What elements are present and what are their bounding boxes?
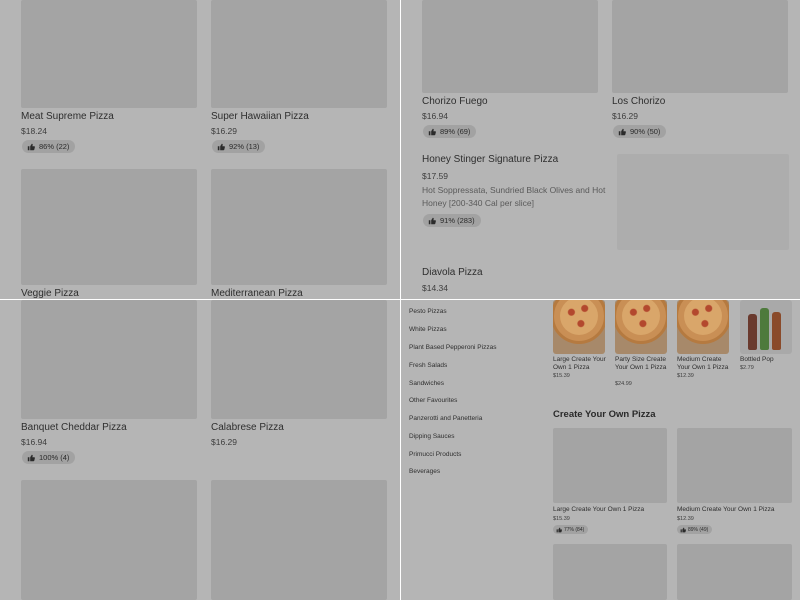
featured-tile-image[interactable] bbox=[740, 300, 792, 354]
pizza-image bbox=[615, 300, 667, 344]
rating-badge: 77% (84) bbox=[553, 525, 589, 534]
item-name[interactable]: Calabrese Pizza bbox=[211, 422, 284, 433]
rating-text: 86% (22) bbox=[39, 142, 70, 151]
featured-tile-image[interactable] bbox=[677, 300, 729, 354]
item-name[interactable]: Mediterranean Pizza bbox=[211, 288, 303, 299]
pane-bottom-right: Pesto Pizzas White Pizzas Plant Based Pe… bbox=[401, 300, 800, 600]
item-image[interactable] bbox=[211, 480, 387, 600]
thumbs-up-icon bbox=[680, 527, 686, 532]
bottle-image bbox=[772, 312, 781, 350]
thumbs-up-icon bbox=[27, 143, 35, 150]
item-image[interactable] bbox=[21, 169, 197, 285]
pane-bottom-left: Banquet Cheddar Pizza $16.94 100% (4) Ca… bbox=[0, 300, 400, 600]
rating-badge: 89% (69) bbox=[423, 125, 477, 138]
item-price: $14.34 bbox=[422, 283, 448, 293]
item-image[interactable] bbox=[553, 544, 667, 600]
thumbs-up-icon bbox=[556, 527, 562, 532]
menu-link-sandwiches[interactable]: Sandwiches bbox=[409, 380, 444, 387]
item-image[interactable] bbox=[211, 300, 387, 419]
item-image[interactable] bbox=[422, 0, 598, 93]
item-name[interactable]: Meat Supreme Pizza bbox=[21, 111, 114, 122]
item-price: $12.39 bbox=[677, 516, 694, 522]
tile-price: $12.39 bbox=[677, 373, 694, 379]
item-image[interactable] bbox=[612, 0, 788, 93]
item-price: $16.29 bbox=[612, 111, 638, 121]
tile-price: $15.39 bbox=[553, 373, 570, 379]
tile-name[interactable]: Medium Create Your Own 1 Pizza bbox=[677, 356, 735, 372]
item-image[interactable] bbox=[211, 169, 387, 285]
item-price: $18.24 bbox=[21, 126, 47, 136]
item-price: $16.94 bbox=[422, 111, 448, 121]
thumbs-up-icon bbox=[27, 454, 35, 461]
item-name[interactable]: Veggie Pizza bbox=[21, 288, 79, 299]
tile-name[interactable]: Bottled Pop bbox=[740, 356, 798, 364]
item-image[interactable] bbox=[677, 544, 792, 600]
item-price: $16.29 bbox=[211, 126, 237, 136]
item-name[interactable]: Super Hawaiian Pizza bbox=[211, 111, 309, 122]
rating-badge: 86% (22) bbox=[22, 140, 76, 153]
item-name[interactable]: Medium Create Your Own 1 Pizza bbox=[677, 506, 797, 514]
featured-item-name[interactable]: Honey Stinger Signature Pizza bbox=[422, 154, 558, 165]
featured-tile-image[interactable] bbox=[553, 300, 605, 354]
item-image[interactable] bbox=[553, 428, 667, 503]
featured-item-description: Hot Soppressata, Sundried Black Olives a… bbox=[422, 185, 606, 208]
rating-badge: 92% (13) bbox=[212, 140, 266, 153]
pizza-image bbox=[677, 300, 729, 344]
pizza-image bbox=[553, 300, 605, 344]
item-price: $16.29 bbox=[211, 437, 237, 447]
rating-text: 100% (4) bbox=[39, 453, 70, 462]
tile-name[interactable]: Party Size Create Your Own 1 Pizza bbox=[615, 356, 673, 372]
thumbs-up-icon bbox=[618, 128, 626, 135]
menu-link-white-pizzas[interactable]: White Pizzas bbox=[409, 326, 447, 333]
menu-link-other-favourites[interactable]: Other Favourites bbox=[409, 397, 457, 404]
rating-badge: 89% (49) bbox=[677, 525, 713, 534]
thumbs-up-icon bbox=[217, 143, 225, 150]
item-price: $16.94 bbox=[21, 437, 47, 447]
menu-link-panzerotti[interactable]: Panzerotti and Panetteria bbox=[409, 415, 482, 422]
rating-text: 77% (84) bbox=[564, 526, 585, 533]
rating-text: 89% (69) bbox=[440, 127, 471, 136]
menu-link-dipping-sauces[interactable]: Dipping Sauces bbox=[409, 433, 455, 440]
item-image[interactable] bbox=[211, 0, 387, 108]
rating-badge: 100% (4) bbox=[22, 451, 76, 464]
tile-price: $2.79 bbox=[740, 365, 754, 371]
rating-text: 91% (283) bbox=[440, 216, 475, 225]
item-price: $15.39 bbox=[553, 516, 570, 522]
rating-badge: 90% (50) bbox=[613, 125, 667, 138]
featured-item-price: $17.59 bbox=[422, 171, 448, 181]
item-name[interactable]: Diavola Pizza bbox=[422, 267, 483, 278]
item-image[interactable] bbox=[21, 480, 197, 600]
section-title: Create Your Own Pizza bbox=[553, 409, 656, 420]
item-image[interactable] bbox=[21, 0, 197, 108]
featured-tile-image[interactable] bbox=[615, 300, 667, 354]
tile-price: $24.99 bbox=[615, 381, 632, 387]
tile-name[interactable]: Large Create Your Own 1 Pizza bbox=[553, 356, 611, 372]
item-name[interactable]: Chorizo Fuego bbox=[422, 96, 488, 107]
menu-link-primucci-products[interactable]: Primucci Products bbox=[409, 451, 461, 458]
rating-text: 89% (49) bbox=[688, 526, 709, 533]
item-name[interactable]: Banquet Cheddar Pizza bbox=[21, 422, 127, 433]
rating-badge: 91% (283) bbox=[423, 214, 481, 227]
menu-link-pesto-pizzas[interactable]: Pesto Pizzas bbox=[409, 308, 447, 315]
menu-link-fresh-salads[interactable]: Fresh Salads bbox=[409, 362, 447, 369]
item-name[interactable]: Los Chorizo bbox=[612, 96, 665, 107]
item-name[interactable]: Large Create Your Own 1 Pizza bbox=[553, 506, 673, 514]
horizontal-divider bbox=[0, 299, 800, 300]
rating-text: 90% (50) bbox=[630, 127, 661, 136]
thumbs-up-icon bbox=[428, 128, 436, 135]
pane-top-left: Meat Supreme Pizza $18.24 86% (22) Super… bbox=[0, 0, 400, 299]
item-image[interactable] bbox=[21, 300, 197, 419]
item-image[interactable] bbox=[677, 428, 792, 503]
pane-top-right: Chorizo Fuego $16.94 89% (69) Los Choriz… bbox=[401, 0, 800, 299]
rating-text: 92% (13) bbox=[229, 142, 260, 151]
featured-item-image[interactable] bbox=[617, 154, 789, 250]
bottle-image bbox=[760, 308, 769, 350]
thumbs-up-icon bbox=[428, 217, 436, 224]
menu-link-plant-based-pepperoni[interactable]: Plant Based Pepperoni Pizzas bbox=[409, 344, 496, 351]
bottle-image bbox=[748, 314, 757, 350]
menu-link-beverages[interactable]: Beverages bbox=[409, 468, 440, 475]
vertical-divider bbox=[400, 0, 401, 600]
